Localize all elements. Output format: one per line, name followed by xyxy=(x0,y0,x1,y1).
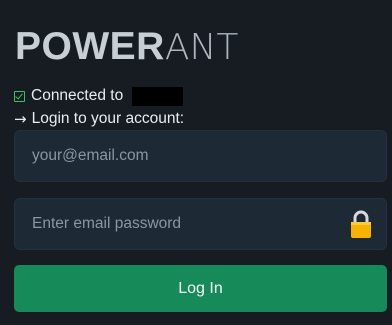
connection-status-text: Connected to xyxy=(31,87,124,104)
lock-icon xyxy=(351,210,371,238)
powerant-logo: POWERANT xyxy=(15,25,239,68)
checkbox-checked-icon xyxy=(14,90,25,102)
arrow-right-icon: → xyxy=(14,110,27,128)
login-prompt: → Login to your account: xyxy=(14,109,184,129)
logo-light-text: ANT xyxy=(164,27,239,68)
login-panel: POWERANT Connected to → Login to your ac… xyxy=(0,0,392,325)
email-field-container xyxy=(14,130,387,182)
login-prompt-text: Login to your account: xyxy=(31,110,185,127)
email-input[interactable] xyxy=(15,131,386,181)
password-field-container xyxy=(14,198,387,250)
redacted-host xyxy=(132,86,184,106)
password-input[interactable] xyxy=(15,199,386,249)
login-button[interactable]: Log In xyxy=(14,265,387,312)
logo-bold-text: POWER xyxy=(15,25,165,68)
connection-status: Connected to xyxy=(14,86,184,106)
